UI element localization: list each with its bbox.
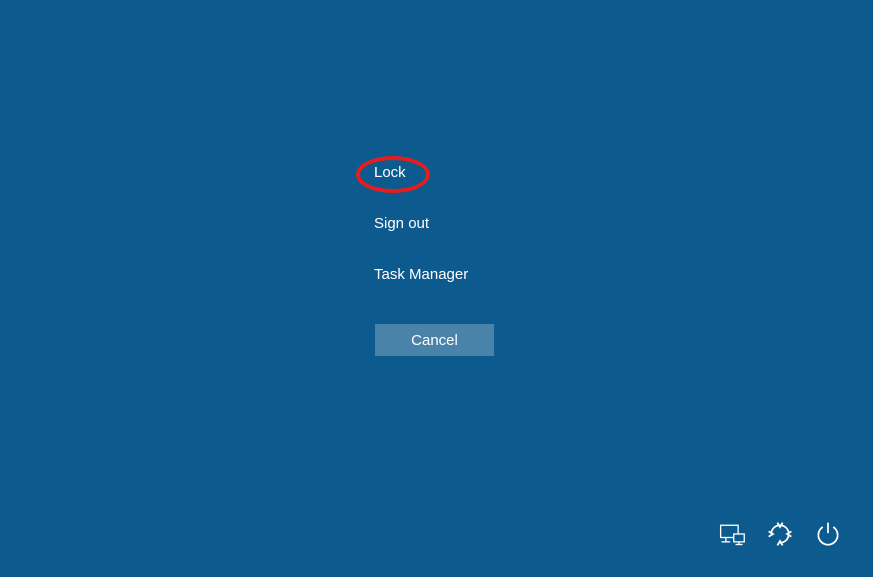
bottom-icon-bar (717, 519, 843, 549)
menu-item-lock[interactable]: Lock (374, 164, 468, 191)
menu-item-task-manager[interactable]: Task Manager (374, 256, 468, 293)
network-icon[interactable] (717, 519, 747, 549)
cancel-button[interactable]: Cancel (375, 324, 494, 356)
power-icon[interactable] (813, 519, 843, 549)
ease-of-access-icon[interactable] (765, 519, 795, 549)
security-options-menu: Lock Sign out Task Manager (374, 164, 468, 307)
menu-item-sign-out[interactable]: Sign out (374, 205, 468, 242)
